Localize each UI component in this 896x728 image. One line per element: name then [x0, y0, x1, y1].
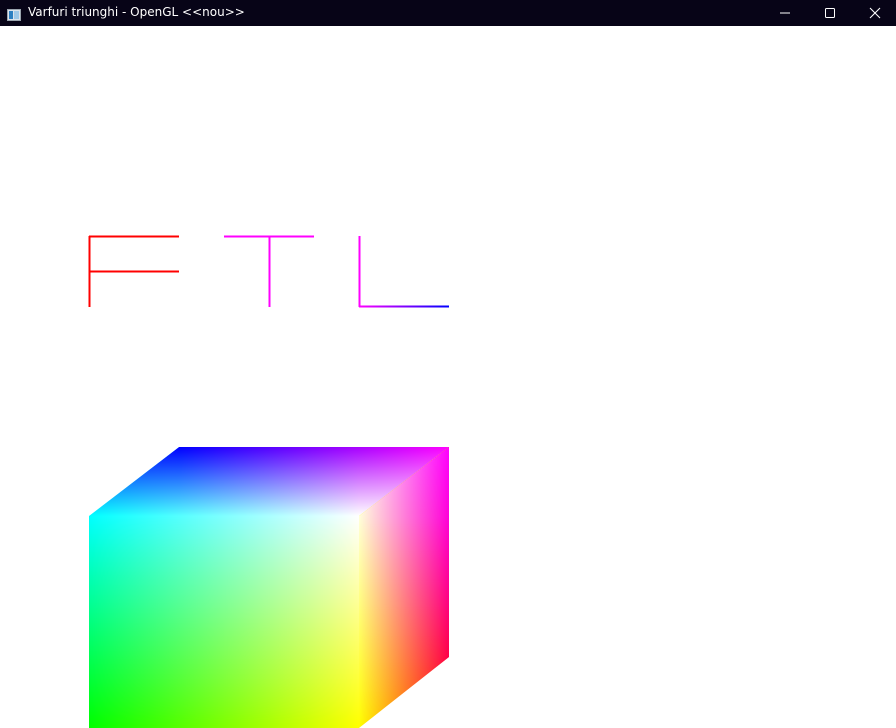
maximize-button[interactable]	[807, 0, 853, 26]
opengl-window: Varfuri triunghi - OpenGL <<nou>>	[0, 0, 896, 728]
cube-front-face	[89, 516, 359, 728]
close-button[interactable]	[852, 0, 896, 26]
rgb-cube	[89, 447, 449, 728]
maximize-icon	[824, 4, 836, 23]
app-icon	[7, 6, 21, 21]
close-icon	[869, 4, 881, 23]
title-bar[interactable]: Varfuri triunghi - OpenGL <<nou>>	[0, 0, 896, 26]
minimize-icon	[779, 4, 791, 23]
letter-f	[88, 235, 179, 307]
letter-t	[224, 235, 314, 307]
minimize-button[interactable]	[762, 0, 808, 26]
letter-l	[358, 236, 449, 308]
window-title: Varfuri triunghi - OpenGL <<nou>>	[28, 5, 245, 19]
opengl-canvas[interactable]	[0, 26, 896, 728]
